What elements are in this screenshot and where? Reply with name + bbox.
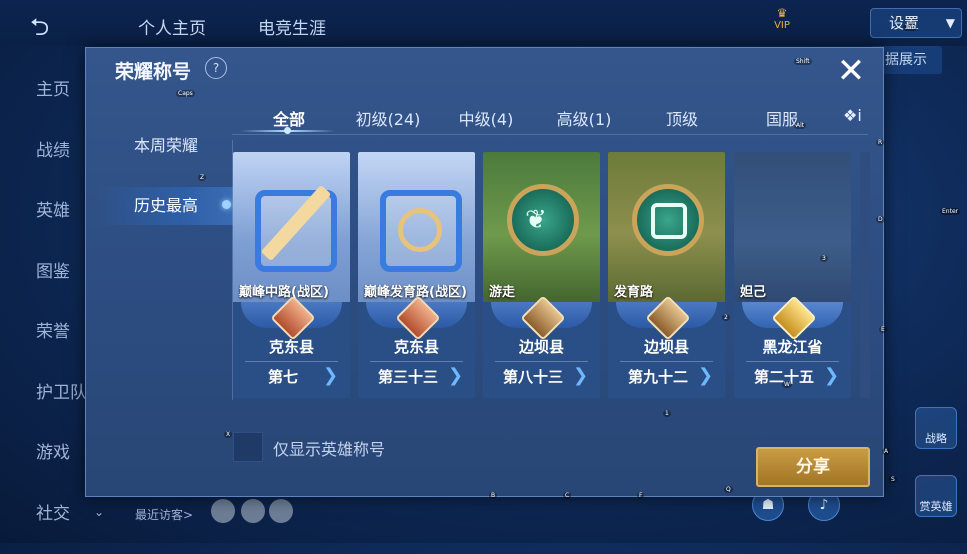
chevron-right-icon[interactable]: ❯ [323, 367, 339, 385]
card-rank: 第七 [233, 366, 333, 387]
key-hint: A [882, 448, 890, 455]
key-hint: C [563, 492, 571, 499]
card-rank: 第九十二 [608, 366, 708, 387]
divider [746, 361, 839, 362]
strategy-button[interactable]: 战略 [915, 407, 957, 449]
card-title-name: 巅峰中路(战区) [239, 281, 329, 300]
card-rank: 第八十三 [483, 366, 583, 387]
close-icon[interactable]: ✕ [834, 55, 868, 89]
card-region: 克东县 [358, 336, 475, 357]
divider [370, 361, 463, 362]
key-hint: D [876, 216, 885, 223]
tab-underline-dot [284, 127, 291, 134]
back-icon[interactable]: ⮌ [30, 16, 80, 38]
key-hint: Q [724, 486, 733, 493]
side-nav-item-guard[interactable]: 护卫队 [0, 373, 90, 434]
key-hint: Z [198, 174, 206, 181]
farm-emblem-icon [632, 184, 704, 256]
card-title-name: 游走 [489, 281, 515, 300]
side-nav: 主页 战绩 英雄 图鉴 荣誉 护卫队 游戏 社交 [0, 70, 90, 554]
key-hint: E [879, 326, 887, 333]
card-region: 克东县 [233, 336, 350, 357]
title-card[interactable]: 妲己 黑龙江省 第二十五 ❯ [734, 152, 851, 398]
divider [495, 361, 588, 362]
divider [620, 361, 713, 362]
card-image [358, 152, 475, 302]
key-hint: B [489, 492, 497, 499]
chevron-down-icon[interactable]: ⌄ [94, 505, 104, 519]
vip-badge: ♛VIP [772, 6, 792, 30]
category-history-best[interactable]: 历史最高 [96, 187, 236, 225]
key-hint: 3 [820, 255, 828, 262]
share-button[interactable]: 分享 [756, 447, 870, 487]
card-title-name: 妲己 [740, 281, 766, 300]
key-hint: Tab [903, 24, 917, 31]
chevron-right-icon[interactable]: ❯ [573, 367, 589, 385]
key-hint: R [876, 139, 884, 146]
side-nav-item-record[interactable]: 战绩 [0, 131, 90, 192]
key-hint: 2 [722, 314, 730, 321]
card-image [734, 152, 851, 302]
card-region: 边坝县 [608, 336, 725, 357]
card-image [608, 152, 725, 302]
coin-icon [398, 208, 442, 252]
avatar[interactable] [241, 499, 265, 523]
wings-icon: ❦ [525, 205, 547, 235]
card-image: ❦ [483, 152, 600, 302]
side-nav-item-codex[interactable]: 图鉴 [0, 252, 90, 313]
card-region: 黑龙江省 [734, 336, 851, 357]
avatar[interactable] [269, 499, 293, 523]
key-hint: F [637, 492, 644, 499]
hero-title-only-checkbox[interactable] [233, 432, 263, 462]
title-card[interactable]: 巅峰发育路(战区) 克东县 第三十三 ❯ [358, 152, 475, 398]
hero-reward-button[interactable]: 赏英雄 [915, 475, 957, 517]
side-nav-item-heroes[interactable]: 英雄 [0, 191, 90, 252]
title-card[interactable]: ❦ 游走 边坝县 第八十三 ❯ [483, 152, 600, 398]
side-nav-item-social[interactable]: 社交 [0, 494, 90, 554]
question-circle-icon[interactable]: ? [205, 57, 227, 79]
card-title-name: 发育路 [614, 281, 653, 300]
key-hint: Caps [176, 90, 195, 97]
tab-intermediate[interactable]: 中级(4) [454, 106, 518, 130]
card-rank: 第三十三 [358, 366, 458, 387]
chevron-down-icon: ▼ [928, 9, 955, 37]
dialog-title: 荣耀称号 [115, 57, 191, 84]
recent-visitors-label[interactable]: 最近访客> [135, 506, 193, 523]
active-indicator [222, 200, 231, 209]
key-hint: Shift [794, 58, 812, 65]
title-card[interactable]: 发育路 边坝县 第九十二 ❯ [608, 152, 725, 398]
side-nav-item-honor[interactable]: 荣誉 [0, 312, 90, 373]
tab-senior[interactable]: 高级(1) [552, 106, 616, 130]
key-hint: 1 [663, 410, 671, 417]
key-hint: Enter [940, 208, 960, 215]
title-card[interactable]: 巅峰中路(战区) 克东县 第七 ❯ [233, 152, 350, 398]
next-card-edge [860, 152, 870, 398]
card-image [233, 152, 350, 302]
chevron-right-icon[interactable]: ❯ [824, 367, 840, 385]
side-nav-item-home[interactable]: 主页 [0, 70, 90, 131]
settings-button[interactable]: 设置▼ [870, 8, 962, 38]
chevron-right-icon[interactable]: ❯ [448, 367, 464, 385]
key-hint: S [889, 476, 897, 483]
divider [245, 361, 338, 362]
tab-junior[interactable]: 初级(24) [350, 106, 426, 130]
side-nav-item-game[interactable]: 游戏 [0, 433, 90, 494]
tab-esports-career[interactable]: 电竞生涯 [258, 14, 326, 39]
tab-top[interactable]: 顶级 [660, 106, 704, 130]
tab-personal-home[interactable]: 个人主页 [138, 14, 206, 39]
farm-lane-emblem-icon [380, 190, 462, 272]
wings-emblem-icon: ❦ [507, 184, 579, 256]
key-hint: W [782, 381, 792, 388]
avatar[interactable] [211, 499, 235, 523]
divider [232, 134, 868, 135]
card-region: 边坝县 [483, 336, 600, 357]
chevron-right-icon[interactable]: ❯ [698, 367, 714, 385]
checkbox-label: 仅显示英雄称号 [273, 436, 385, 460]
more-tabs-icon[interactable]: ❖i [843, 106, 865, 128]
category-weekly-honor[interactable]: 本周荣耀 [96, 127, 236, 165]
key-hint: Alt [794, 122, 806, 129]
key-hint: X [224, 431, 232, 438]
coin-icon [651, 203, 687, 239]
